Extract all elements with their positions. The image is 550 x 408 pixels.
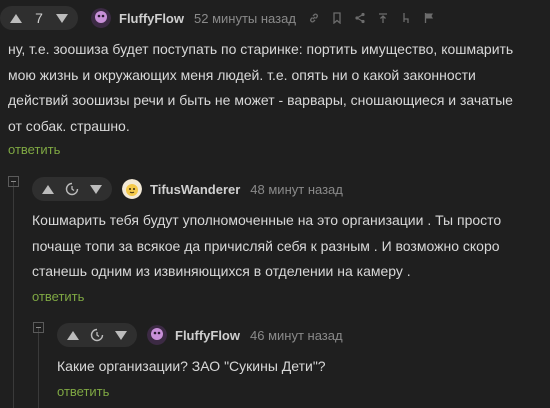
comment-text: Какие организации? ЗАО "Сукины Дети"?: [57, 358, 326, 374]
rating-control: [32, 177, 112, 201]
bookmark-icon[interactable]: [329, 10, 345, 26]
clock-icon: [65, 182, 79, 196]
flag-icon[interactable]: [421, 10, 437, 26]
comment-header: 7 FluffyFlow 52 минуты назад: [0, 5, 550, 31]
upvote-icon[interactable]: [67, 330, 79, 340]
comment-text: ну, т.е. зоошиза будет поступать по стар…: [8, 41, 514, 134]
comment-tools: [306, 10, 444, 26]
author-name[interactable]: FluffyFlow: [175, 328, 240, 343]
downvote-icon[interactable]: [115, 330, 127, 340]
upvote-icon[interactable]: [42, 184, 54, 194]
comment-text: Кошмарить тебя будут уполномоченные на э…: [32, 212, 502, 279]
pin-up-icon[interactable]: [375, 10, 391, 26]
comment-2: TifusWanderer 48 минут назад Кошмарить т…: [32, 176, 542, 304]
comment-3: FluffyFlow 46 минут назад Какие организа…: [57, 322, 537, 399]
link-icon[interactable]: [306, 10, 322, 26]
thread-line[interactable]: [13, 182, 14, 408]
reply-link[interactable]: ответить: [32, 289, 542, 304]
comment-header: TifusWanderer 48 минут назад: [32, 176, 542, 202]
collapse-toggle[interactable]: [33, 322, 44, 333]
collapse-toggle[interactable]: [8, 176, 19, 187]
downvote-icon[interactable]: [90, 184, 102, 194]
avatar[interactable]: [147, 325, 167, 345]
author-name[interactable]: FluffyFlow: [119, 11, 184, 26]
rating-control: 7: [0, 6, 78, 30]
reply-link[interactable]: ответить: [8, 142, 550, 157]
timestamp[interactable]: 48 минут назад: [250, 182, 343, 197]
share-icon[interactable]: [352, 10, 368, 26]
timestamp[interactable]: 46 минут назад: [250, 328, 343, 343]
avatar[interactable]: [91, 8, 111, 28]
thread-line[interactable]: [38, 328, 39, 408]
timestamp[interactable]: 52 минуты назад: [194, 11, 296, 26]
upvote-icon[interactable]: [10, 13, 22, 23]
rating-control: [57, 323, 137, 347]
comment-1: 7 FluffyFlow 52 минуты назад ну, т.е. зо…: [0, 5, 550, 157]
comment-header: FluffyFlow 46 минут назад: [57, 322, 537, 348]
reply-link[interactable]: ответить: [57, 384, 537, 399]
clock-icon: [90, 328, 104, 342]
author-name[interactable]: TifusWanderer: [150, 182, 240, 197]
score: 7: [35, 10, 43, 26]
downvote-icon[interactable]: [55, 13, 68, 23]
subthread-icon[interactable]: [398, 10, 414, 26]
avatar[interactable]: [122, 179, 142, 199]
